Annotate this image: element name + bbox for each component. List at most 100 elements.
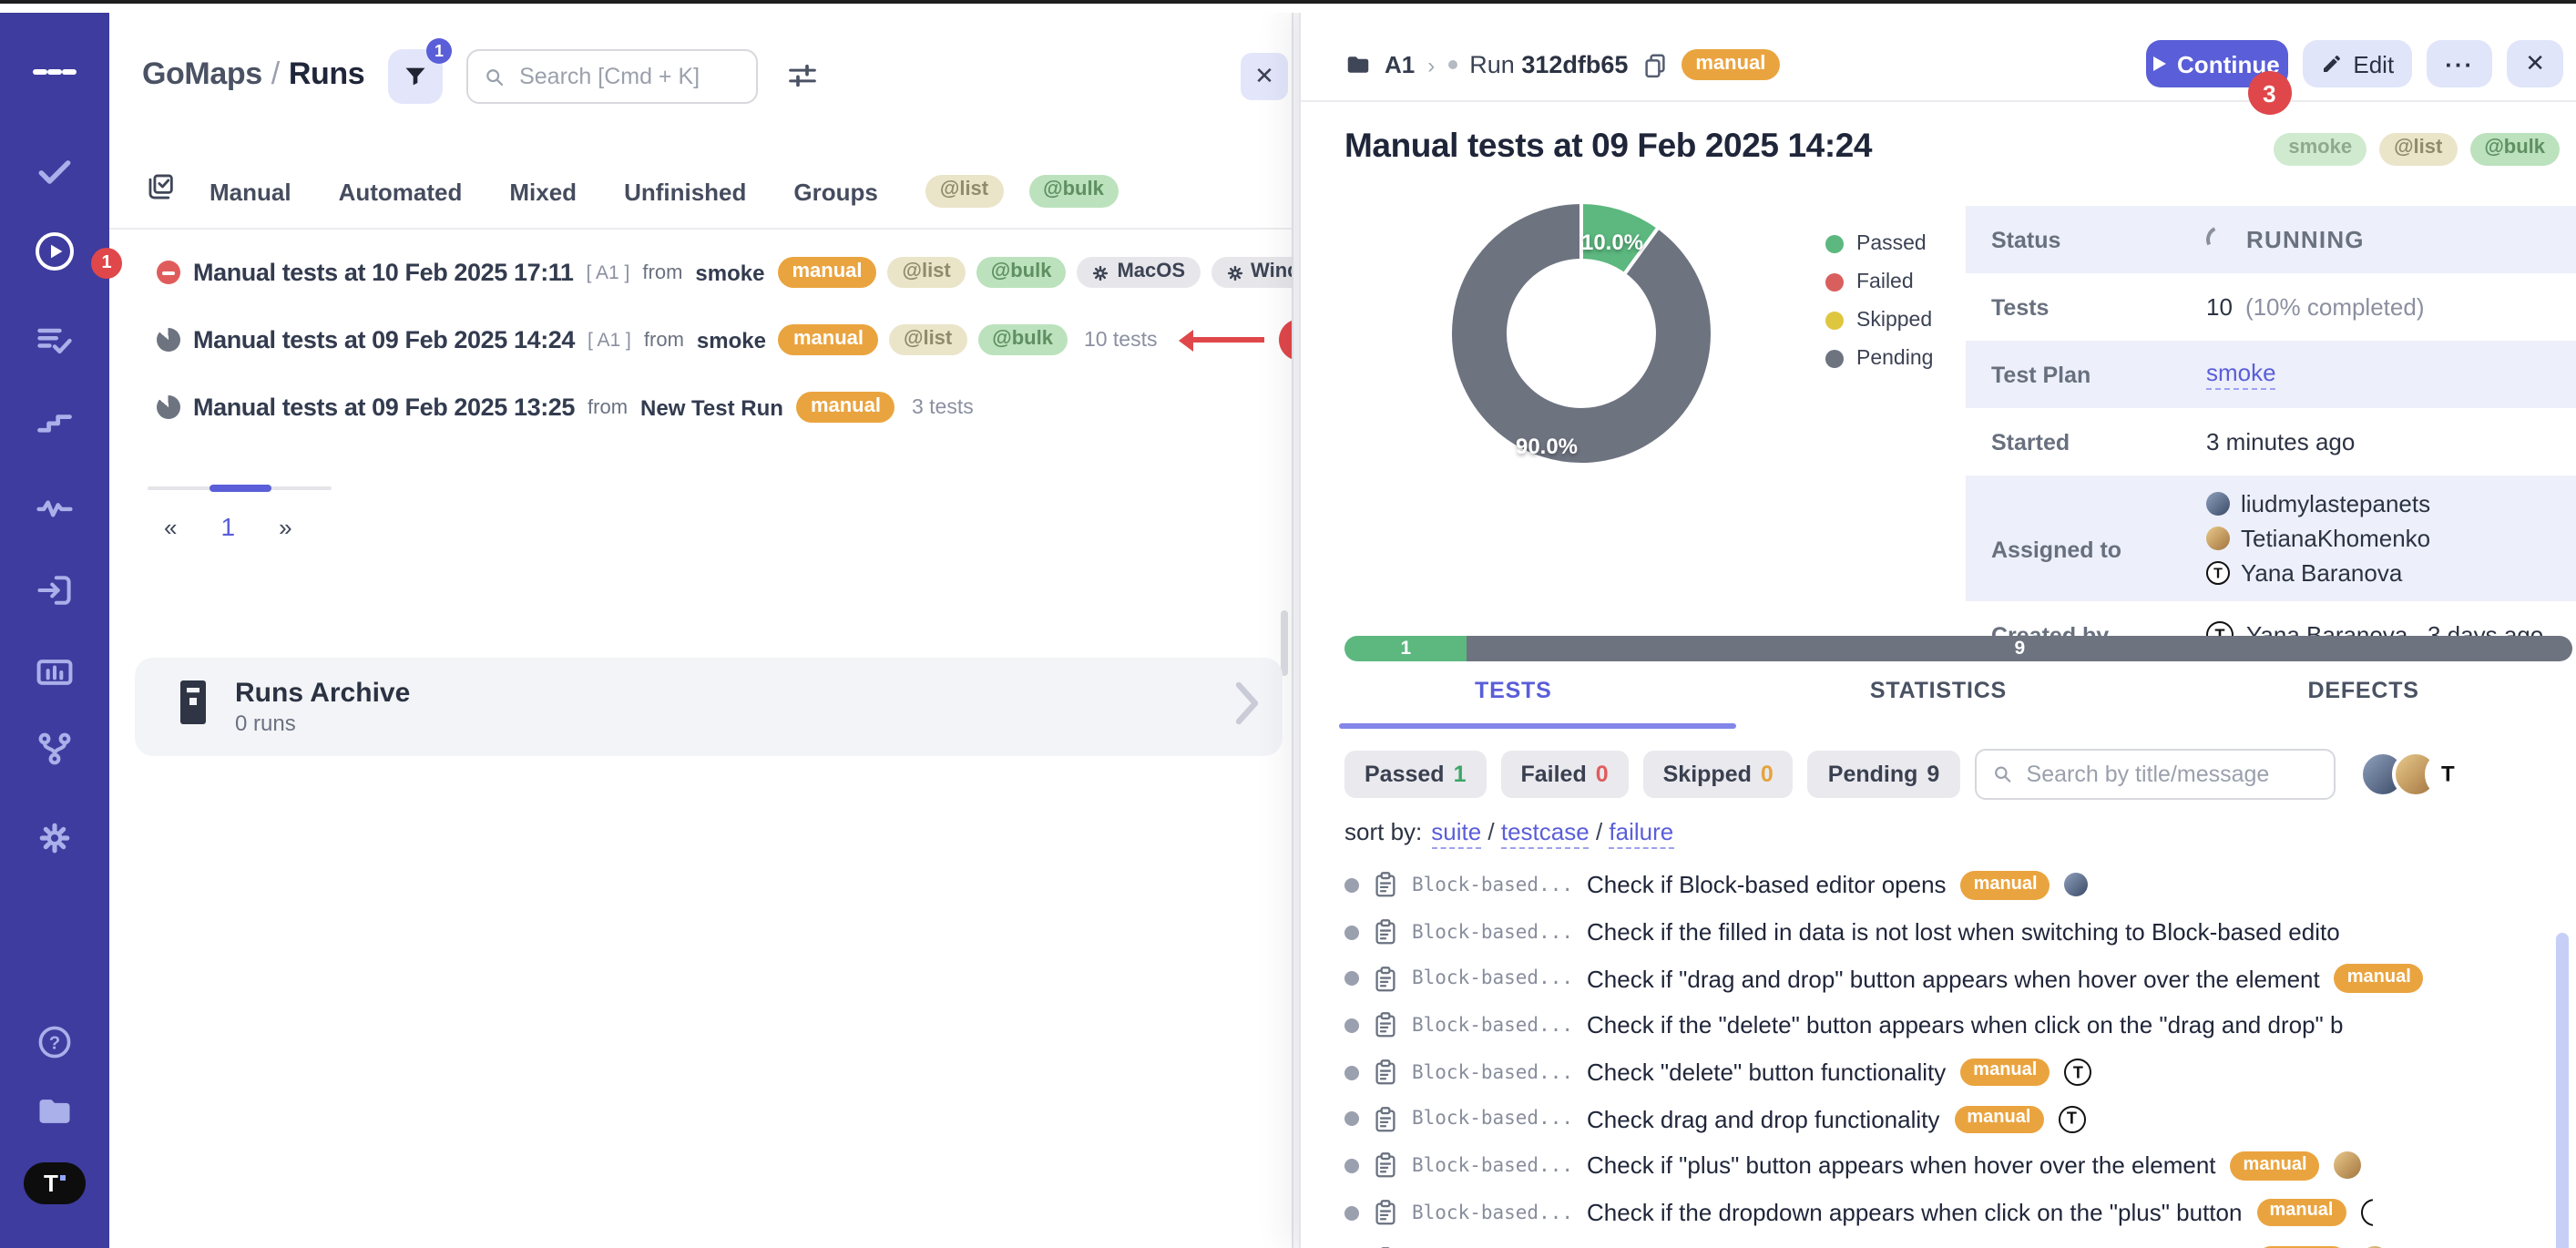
test-row[interactable]: Block-based... Check if the "delete" but… bbox=[1301, 1002, 2576, 1049]
run-source[interactable]: smoke bbox=[695, 260, 764, 285]
run-row[interactable]: Manual tests at 10 Feb 2025 17:11 [ A1 ]… bbox=[109, 239, 1292, 306]
test-suite-name: Block-based... bbox=[1412, 875, 1572, 896]
test-title[interactable]: Check if the "delete" button appears whe… bbox=[1587, 1012, 2343, 1039]
tag-filter-badge[interactable]: @list bbox=[925, 175, 1003, 208]
run-row[interactable]: Manual tests at 09 Feb 2025 13:25 from N… bbox=[109, 373, 1292, 441]
assigned-user[interactable]: liudmylastepanets bbox=[2206, 486, 2430, 521]
runs-play-icon[interactable]: 1 bbox=[33, 230, 77, 273]
runs-notification-badge: 1 bbox=[91, 248, 122, 279]
more-button[interactable]: ··· bbox=[2427, 40, 2492, 87]
run-type-tab[interactable]: Automated bbox=[339, 178, 463, 205]
steps-icon[interactable] bbox=[33, 401, 77, 445]
left-scrollbar[interactable] bbox=[1281, 610, 1288, 676]
status-filter-chip[interactable]: Passed1 bbox=[1344, 751, 1486, 798]
detail-tab[interactable]: DEFECTS bbox=[2151, 678, 2576, 703]
divider bbox=[109, 228, 1292, 230]
run-source[interactable]: smoke bbox=[697, 327, 766, 353]
tag-filter-badge[interactable]: @bulk bbox=[1028, 175, 1119, 208]
test-title[interactable]: Check if the dropdown appears when click… bbox=[1587, 1199, 2242, 1226]
test-row[interactable]: Block-based... Check "delete" button fun… bbox=[1301, 1049, 2576, 1096]
tests-search-input[interactable] bbox=[2023, 760, 2317, 789]
status-filter-chip[interactable]: Pending9 bbox=[1808, 751, 1960, 798]
test-row[interactable]: Block-based... Check if the dropdown app… bbox=[1301, 1236, 2576, 1248]
user-avatar-logo[interactable]: T bbox=[24, 1161, 86, 1204]
dashboard-icon[interactable] bbox=[33, 650, 77, 694]
run-source[interactable]: New Test Run bbox=[640, 394, 783, 420]
panel-close-button[interactable]: ✕ bbox=[1241, 53, 1288, 100]
test-row[interactable]: Block-based... Check if Block-based edit… bbox=[1301, 862, 2576, 908]
test-title[interactable]: Check if Block-based editor opens bbox=[1587, 872, 1947, 899]
test-suite-name: Block-based... bbox=[1412, 1015, 1572, 1037]
status-filter-chip[interactable]: Skipped0 bbox=[1643, 751, 1794, 798]
continue-button[interactable]: Continue 3 bbox=[2145, 40, 2287, 87]
branch-icon[interactable] bbox=[33, 727, 77, 771]
info-row-assigned: Assigned to liudmylastepanets TetianaKho… bbox=[1966, 476, 2576, 601]
viewer-avatars bbox=[2358, 751, 2471, 798]
tests-search bbox=[1974, 749, 2335, 800]
run-type-tab[interactable]: Unfinished bbox=[624, 178, 746, 205]
test-row[interactable]: Block-based... Check drag and drop funct… bbox=[1301, 1096, 2576, 1142]
user-avatar bbox=[2206, 561, 2230, 585]
run-badges: manual bbox=[796, 391, 895, 424]
run-title[interactable]: Manual tests at 09 Feb 2025 13:25 bbox=[193, 394, 575, 421]
sidebar: 1 ? T bbox=[0, 9, 109, 1248]
pagination-current-page[interactable]: 1 bbox=[220, 512, 235, 541]
test-row[interactable]: Block-based... Check if the dropdown app… bbox=[1301, 1190, 2576, 1236]
help-icon[interactable]: ? bbox=[33, 1020, 77, 1064]
test-plan-link[interactable]: smoke bbox=[2206, 359, 2276, 390]
folder-icon[interactable] bbox=[33, 1089, 77, 1133]
settings-gear-icon[interactable] bbox=[33, 816, 77, 860]
search-input[interactable] bbox=[516, 62, 740, 91]
select-all-icon[interactable] bbox=[146, 171, 177, 211]
sort-option-link[interactable]: suite bbox=[1431, 818, 1501, 845]
test-title[interactable]: Check if "plus" button appears when hove… bbox=[1587, 1152, 2216, 1180]
status-filter-chip[interactable]: Failed0 bbox=[1500, 751, 1628, 798]
runs-archive-card[interactable]: Runs Archive 0 runs bbox=[135, 658, 1283, 756]
filter-button[interactable]: 1 bbox=[388, 49, 443, 104]
run-row[interactable]: Manual tests at 09 Feb 2025 14:24 [ A1 ]… bbox=[109, 306, 1292, 373]
sort-option-link[interactable]: failure bbox=[1609, 818, 1673, 845]
progress-passed-segment: 1 bbox=[1344, 636, 1467, 661]
run-type-tab[interactable]: Manual bbox=[210, 178, 291, 205]
check-icon[interactable] bbox=[33, 149, 77, 193]
test-title[interactable]: Check if the filled in data is not lost … bbox=[1587, 918, 2340, 946]
test-row[interactable]: Block-based... Check if the filled in da… bbox=[1301, 908, 2576, 955]
display-settings-icon[interactable] bbox=[787, 62, 818, 98]
search-icon bbox=[485, 65, 505, 88]
list-scroll-indicator[interactable] bbox=[148, 486, 332, 490]
copy-icon[interactable] bbox=[1641, 50, 1668, 79]
breadcrumb-suite[interactable]: A1 bbox=[1385, 51, 1415, 78]
import-icon[interactable] bbox=[33, 568, 77, 612]
status-filter-row: Passed1 Failed0 Skipped0 Pending9 bbox=[1344, 749, 2471, 800]
run-type-tab[interactable]: Groups bbox=[793, 178, 877, 205]
project-name[interactable]: GoMaps bbox=[142, 56, 262, 91]
run-type-tab[interactable]: Mixed bbox=[509, 178, 577, 205]
run-title[interactable]: Manual tests at 10 Feb 2025 17:11 bbox=[193, 259, 574, 286]
run-title-badges: smoke@list@bulk bbox=[2274, 133, 2560, 166]
run-type-badge: manual bbox=[1681, 48, 1780, 81]
annotation-marker: 2 bbox=[1170, 319, 1294, 361]
activity-icon[interactable] bbox=[33, 486, 77, 530]
test-title[interactable]: Check "delete" button functionality bbox=[1587, 1059, 1946, 1086]
pagination-prev[interactable]: « bbox=[164, 513, 177, 540]
right-scrollbar[interactable] bbox=[2556, 933, 2569, 1248]
list-check-icon[interactable] bbox=[33, 319, 77, 363]
gear-icon bbox=[1091, 263, 1109, 281]
test-row[interactable]: Block-based... Check if "plus" button ap… bbox=[1301, 1142, 2576, 1189]
close-button[interactable]: ✕ bbox=[2507, 40, 2563, 87]
test-row[interactable]: Block-based... Check if "drag and drop" … bbox=[1301, 956, 2576, 1002]
detail-tab[interactable]: STATISTICS bbox=[1726, 678, 2152, 703]
assigned-user[interactable]: Yana Baranova bbox=[2206, 556, 2430, 590]
menu-icon[interactable] bbox=[33, 49, 77, 93]
annotation-arrow-icon bbox=[1185, 337, 1265, 343]
pagination-next[interactable]: » bbox=[279, 513, 291, 540]
edit-button[interactable]: Edit bbox=[2302, 40, 2412, 87]
sort-option-link[interactable]: testcase bbox=[1501, 818, 1610, 845]
test-title[interactable]: Check drag and drop functionality bbox=[1587, 1106, 1939, 1133]
detail-tab[interactable]: TESTS bbox=[1301, 678, 1726, 703]
assigned-user[interactable]: TetianaKhomenko bbox=[2206, 521, 2430, 556]
run-title[interactable]: Manual tests at 09 Feb 2025 14:24 bbox=[193, 326, 575, 353]
run-tag-badge: @bulk bbox=[2469, 133, 2560, 166]
run-actions: Continue 3 Edit ··· ✕ bbox=[2145, 40, 2563, 87]
test-title[interactable]: Check if "drag and drop" button appears … bbox=[1587, 965, 2320, 992]
